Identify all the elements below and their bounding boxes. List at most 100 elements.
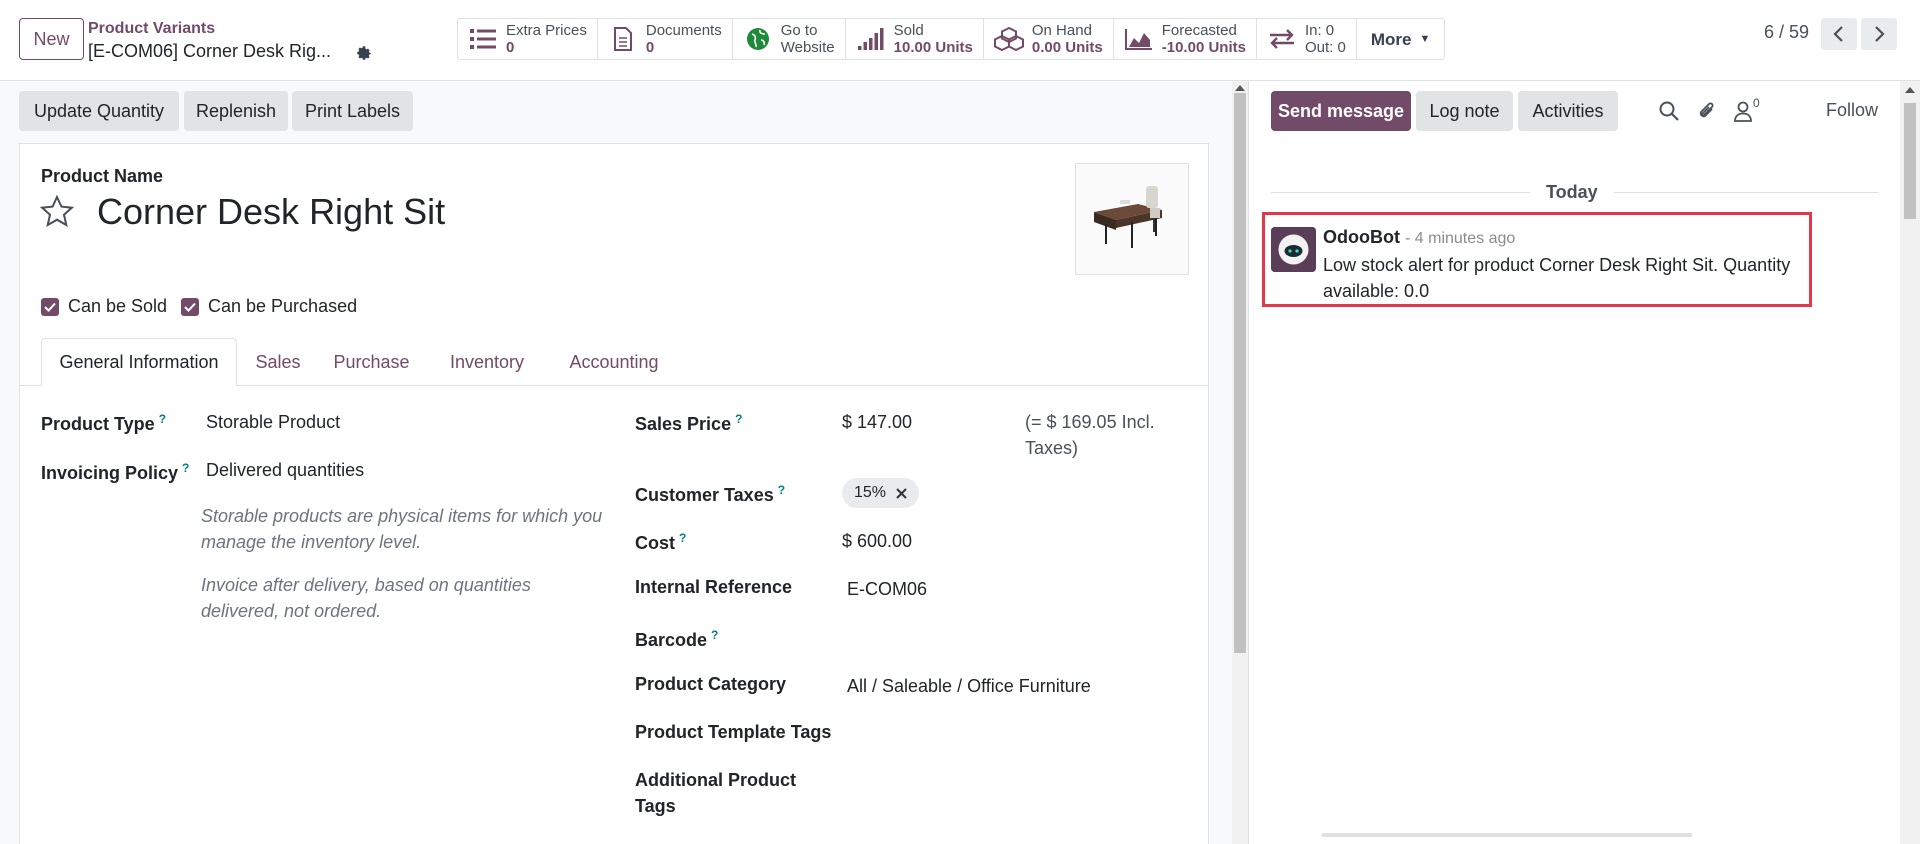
caret-down-icon: ▼: [1419, 32, 1431, 45]
smart-button-in-out[interactable]: In: 0 Out: 0: [1257, 19, 1357, 59]
cost-label: Cost?: [635, 525, 686, 556]
desk-image: [1076, 164, 1188, 274]
sb-value: 0: [506, 39, 515, 56]
help-tooltip-icon[interactable]: ?: [182, 461, 189, 475]
form-sheet: [19, 143, 1209, 844]
more-label: More: [1370, 29, 1412, 49]
product-category-field[interactable]: All / Saleable / Office Furniture: [847, 673, 1091, 699]
invoicing-policy-help-text: Invoice after delivery, based on quantit…: [201, 575, 531, 621]
list-icon: [468, 26, 498, 52]
invoicing-policy-field[interactable]: Delivered quantities: [206, 457, 364, 483]
remove-tag-icon[interactable]: [896, 487, 907, 499]
sb-value: 0: [645, 39, 655, 56]
sb-label: Go to: [780, 22, 818, 39]
chevron-right-icon: [1875, 26, 1885, 42]
label-text: Barcode: [635, 630, 708, 650]
chevron-left-icon: [1833, 26, 1843, 42]
product-category-label: Product Category: [635, 674, 787, 694]
search-icon[interactable]: [1658, 100, 1680, 122]
sb-value: 0.00 Units: [1031, 39, 1103, 56]
print-labels-button[interactable]: Print Labels: [292, 91, 413, 131]
tab-accounting[interactable]: Accounting: [549, 338, 679, 386]
tax-tag-label: 15%: [854, 484, 887, 501]
paperclip-icon[interactable]: [1696, 100, 1718, 122]
product-name-field[interactable]: Corner Desk Right Sit: [97, 191, 445, 233]
message-timestamp: - 4 minutes ago: [1405, 230, 1516, 247]
product-image[interactable]: [1075, 163, 1189, 275]
product-type-label: Product Type?: [41, 406, 166, 437]
tab-purchase[interactable]: Purchase: [319, 338, 424, 386]
update-quantity-button[interactable]: Update Quantity: [19, 91, 179, 131]
smart-button-sold[interactable]: Sold 10.00 Units: [846, 19, 984, 59]
follow-button[interactable]: Follow: [1826, 100, 1878, 121]
new-button[interactable]: New: [19, 18, 84, 60]
invoicing-policy-label: Invoicing Policy?: [41, 455, 189, 486]
document-icon: [608, 26, 638, 52]
author-name[interactable]: OdooBot: [1323, 227, 1400, 247]
sb-label: In: 0: [1304, 22, 1335, 39]
control-panel: New Product Variants [E-COM06] Corner De…: [0, 0, 1920, 81]
smart-button-documents[interactable]: Documents 0: [598, 19, 733, 59]
label-text: Customer Taxes: [635, 485, 774, 505]
scrollbar-thumb[interactable]: [1904, 103, 1916, 219]
gear-icon[interactable]: [355, 44, 373, 62]
tab-inventory[interactable]: Inventory: [437, 338, 537, 386]
help-tooltip-icon[interactable]: ?: [679, 531, 686, 545]
can-be-sold-label: Can be Sold: [68, 296, 168, 316]
form-scrollbar[interactable]: [1232, 81, 1248, 844]
follower-icon[interactable]: [1732, 100, 1754, 122]
scroll-up-arrow-icon[interactable]: [1235, 85, 1245, 91]
globe-icon: [743, 26, 773, 52]
area-chart-icon: [1124, 26, 1154, 52]
star-icon[interactable]: [40, 195, 74, 227]
tax-tag[interactable]: 15%: [842, 478, 920, 508]
can-be-purchased-checkbox[interactable]: Can be Purchased: [181, 296, 357, 317]
activities-button[interactable]: Activities: [1518, 91, 1618, 131]
product-name-label: Product Name: [41, 166, 164, 186]
help-tooltip-icon[interactable]: ?: [159, 412, 166, 426]
odoobot-avatar-icon: [1271, 227, 1316, 272]
send-message-button[interactable]: Send message: [1271, 91, 1411, 131]
smart-button-extra-prices[interactable]: Extra Prices 0: [458, 19, 598, 59]
sales-price-label: Sales Price?: [635, 406, 742, 437]
sb-label: Sold: [893, 22, 924, 39]
smart-button-on-hand[interactable]: On Hand 0.00 Units: [984, 19, 1114, 59]
smart-button-go-to-website[interactable]: Go to Website: [733, 19, 846, 59]
pager-previous-button[interactable]: [1821, 18, 1857, 50]
breadcrumb-parent[interactable]: Product Variants: [88, 19, 373, 39]
incl-taxes-text: (= $ 169.05 Incl. Taxes): [1025, 412, 1155, 458]
scrollbar-thumb[interactable]: [1234, 93, 1246, 653]
pager-next-button[interactable]: [1861, 18, 1897, 50]
smart-button-forecasted[interactable]: Forecasted -10.00 Units: [1114, 19, 1257, 59]
can-be-sold-checkbox[interactable]: Can be Sold: [41, 296, 167, 317]
checkbox-checked-icon: [181, 297, 199, 316]
log-note-button[interactable]: Log note: [1416, 91, 1513, 131]
tab-general-information[interactable]: General Information: [41, 338, 237, 386]
help-tooltip-icon[interactable]: ?: [735, 412, 742, 426]
help-tooltip-icon[interactable]: ?: [711, 628, 718, 642]
horizontal-scroll-hint: [1322, 833, 1692, 837]
breadcrumb-current-label: [E-COM06] Corner Desk Rig...: [88, 41, 332, 61]
replenish-button[interactable]: Replenish: [184, 91, 288, 131]
signal-bars-icon: [856, 26, 886, 52]
scroll-up-arrow-icon[interactable]: [1905, 87, 1915, 93]
tab-sales[interactable]: Sales: [248, 338, 308, 386]
chatter-scrollbar[interactable]: [1900, 81, 1920, 844]
follower-count: 0: [1753, 96, 1760, 110]
cost-field[interactable]: $ 600.00: [842, 528, 912, 554]
avatar[interactable]: [1271, 227, 1316, 272]
help-tooltip-icon[interactable]: ?: [778, 483, 785, 497]
more-dropdown[interactable]: More ▼: [1357, 19, 1445, 59]
label-text: Product Type: [41, 414, 155, 434]
message-author: OdooBot - 4 minutes ago: [1323, 227, 1515, 248]
label-text: Sales Price: [635, 414, 732, 434]
product-type-field[interactable]: Storable Product: [206, 409, 340, 435]
sb-value: 10.00 Units: [893, 39, 973, 56]
internal-reference-field[interactable]: E-COM06: [847, 576, 927, 602]
notebook-tabs: General Information Sales Purchase Inven…: [19, 338, 1209, 386]
breadcrumb: Product Variants [E-COM06] Corner Desk R…: [88, 19, 373, 63]
pager-value[interactable]: 6 / 59: [1764, 22, 1809, 43]
label-text: Cost: [635, 533, 675, 553]
product-template-tags-label: Product Template Tags: [635, 722, 832, 742]
sales-price-field[interactable]: $ 147.00: [842, 409, 912, 435]
